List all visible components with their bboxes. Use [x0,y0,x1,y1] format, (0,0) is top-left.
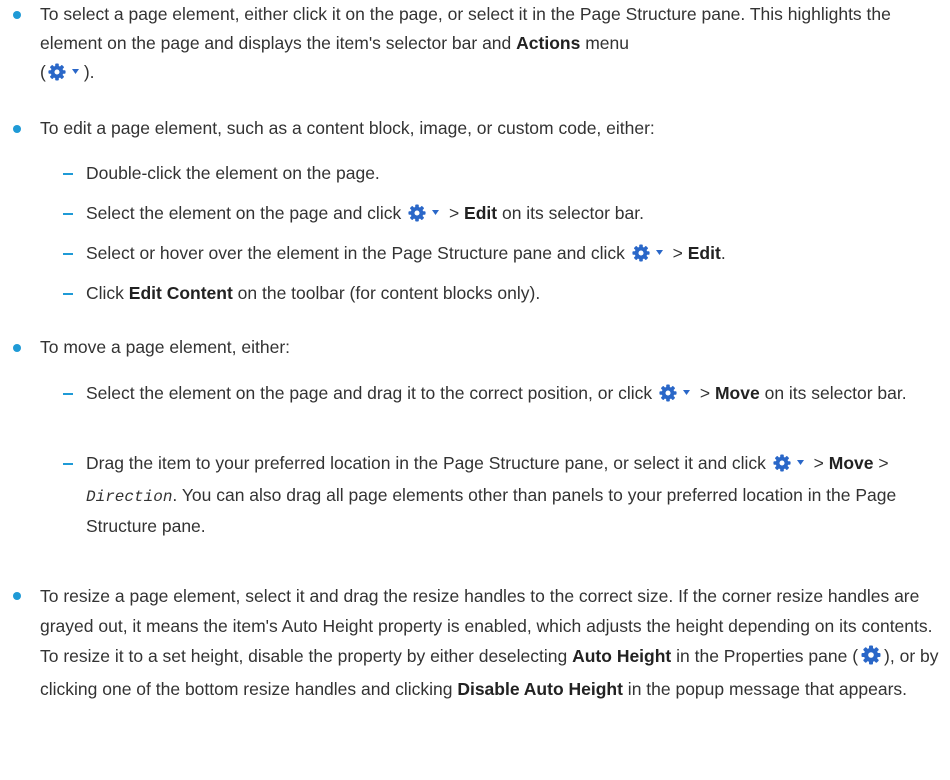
bullet-dot [13,11,21,19]
gear-icon [861,644,881,674]
bullet-dot [13,344,21,352]
gear-dropdown-icon [408,202,442,231]
bullet-move-text: To move a page element, either: [40,337,291,357]
gear-dropdown-icon [48,61,82,90]
auto-height-label: Auto Height [572,646,672,666]
bullet-edit-text: To edit a page element, such as a conten… [40,118,655,138]
dash-marker [63,173,73,175]
gear-dropdown-icon [632,242,666,271]
help-page: To select a page element, either click i… [0,0,950,780]
disable-auto-height-label: Disable Auto Height [457,679,623,699]
bullet-dot [13,592,21,600]
direction-code: Direction [86,488,173,506]
dash-marker [63,293,73,295]
actions-label: Actions [516,33,581,53]
dash-marker [63,213,73,215]
bullet-dot [13,125,21,133]
bullet-resize-text: To resize a page element, select it and … [40,586,939,699]
gear-dropdown-icon [773,452,807,481]
edit-content-label: Edit Content [128,283,233,303]
dash-marker [63,393,73,395]
bullet-select-text: To select a page element, either click i… [40,0,946,90]
gear-dropdown-icon [659,382,693,411]
dash-marker [63,253,73,255]
dash-marker [63,463,73,465]
